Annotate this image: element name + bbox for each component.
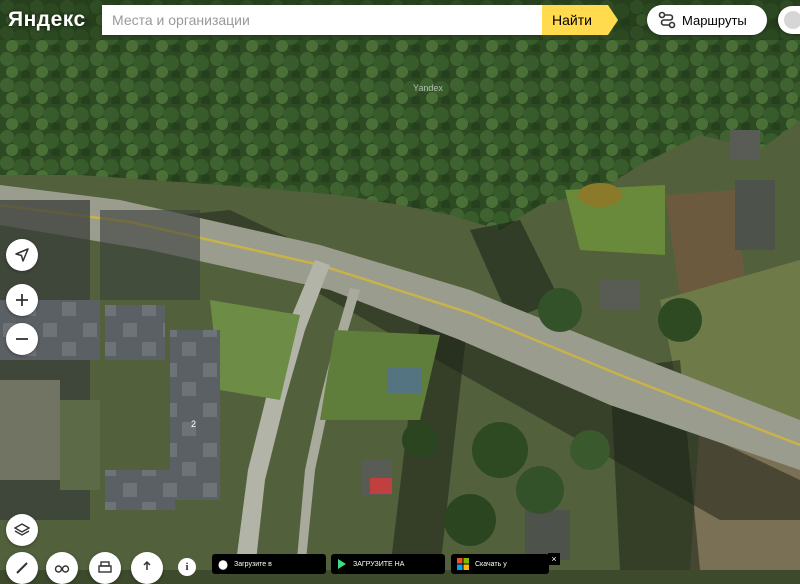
- googleplay-label: ЗАГРУЗИТЕ НА: [353, 560, 405, 568]
- zoom-in-icon: [14, 292, 30, 308]
- windows-icon: [457, 558, 469, 570]
- search-button[interactable]: Найти: [542, 5, 618, 35]
- share-button[interactable]: [131, 552, 163, 584]
- map-imagery: [0, 0, 800, 570]
- ruler-icon: [14, 560, 30, 576]
- toggle-knob: [784, 11, 800, 29]
- appstore-label: Загрузите в: [234, 560, 272, 568]
- panorama-button[interactable]: [46, 552, 78, 584]
- search-input[interactable]: [102, 5, 542, 35]
- ruler-button[interactable]: [6, 552, 38, 584]
- googleplay-badge[interactable]: ЗАГРУЗИТЕ НА: [331, 554, 445, 574]
- building-number: 2: [191, 419, 197, 429]
- profile-toggle[interactable]: [778, 6, 800, 34]
- zoom-out-button[interactable]: [6, 323, 38, 355]
- close-badges-icon[interactable]: ×: [548, 553, 560, 565]
- routes-icon: [658, 11, 676, 29]
- layers-button[interactable]: [6, 514, 38, 546]
- binoculars-icon: [54, 560, 70, 576]
- info-icon: i: [185, 561, 189, 573]
- zoom-in-button[interactable]: [6, 284, 38, 316]
- search-box: [102, 5, 542, 35]
- googleplay-icon: [337, 558, 347, 570]
- routes-button[interactable]: Маршруты: [647, 5, 767, 35]
- zoom-out-icon: [14, 331, 30, 347]
- locate-button[interactable]: [6, 239, 38, 271]
- apple-icon: [218, 558, 228, 570]
- share-icon: [139, 560, 155, 576]
- microsoft-badge[interactable]: Скачать у: [451, 554, 549, 574]
- map-watermark: Yandex: [413, 83, 443, 93]
- layers-icon: [14, 522, 30, 538]
- appstore-badge[interactable]: Загрузите в: [212, 554, 326, 574]
- satellite-map[interactable]: [0, 0, 800, 570]
- info-button[interactable]: i: [178, 558, 196, 576]
- print-button[interactable]: [89, 552, 121, 584]
- yandex-logo[interactable]: Яндекс: [8, 6, 86, 34]
- print-icon: [97, 560, 113, 576]
- routes-label: Маршруты: [682, 12, 747, 28]
- locate-icon: [14, 247, 30, 263]
- microsoft-label: Скачать у: [475, 560, 507, 568]
